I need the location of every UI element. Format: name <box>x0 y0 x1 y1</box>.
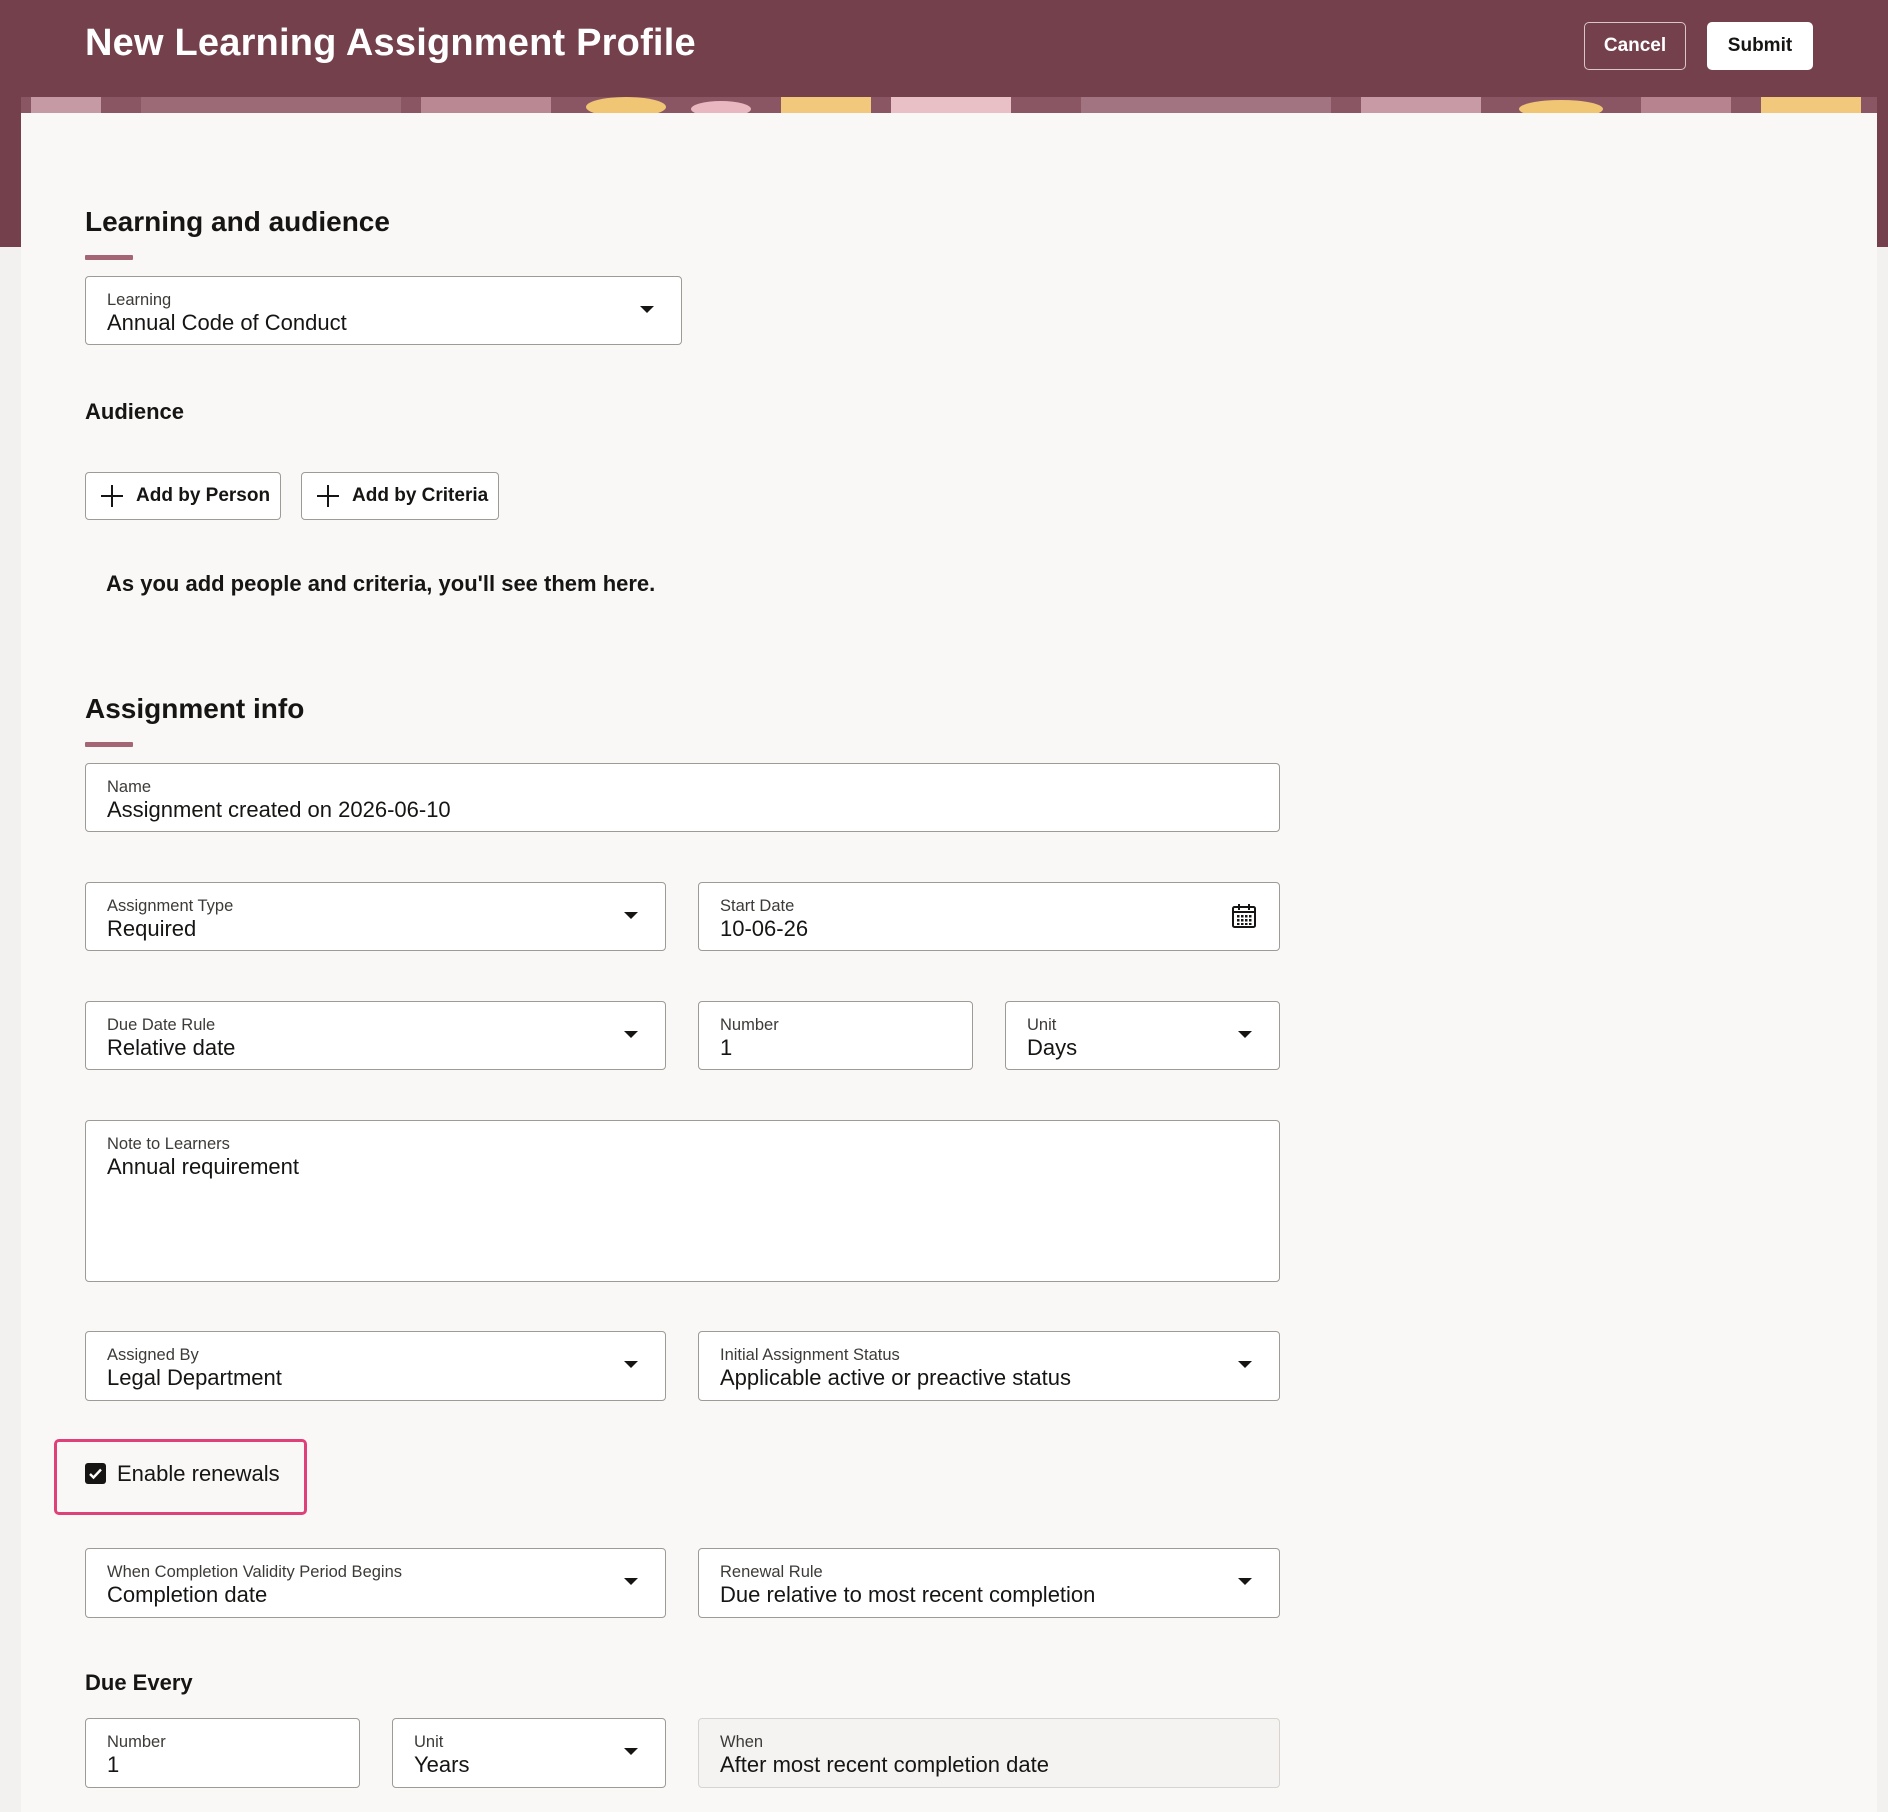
chevron-down-icon <box>1238 1031 1252 1038</box>
number-input[interactable]: Number 1 <box>698 1001 973 1070</box>
audience-title: Audience <box>85 399 185 424</box>
due-every-unit-select[interactable]: Unit Years <box>392 1718 666 1788</box>
name-value: Assignment created on 2026-06-10 <box>107 797 451 822</box>
learning-value: Annual Code of Conduct <box>107 310 347 335</box>
due-date-rule-select[interactable]: Due Date Rule Relative date <box>85 1001 666 1070</box>
unit-value: Days <box>1027 1035 1078 1060</box>
due-every-when-field: When After most recent completion date <box>698 1718 1280 1788</box>
name-input[interactable]: Name Assignment created on 2026-06-10 <box>85 763 1280 832</box>
learning-label: Learning <box>107 291 172 309</box>
assignment-type-label: Assignment Type <box>107 897 234 915</box>
chevron-down-icon <box>1238 1361 1252 1368</box>
enable-renewals-label[interactable]: Enable renewals <box>117 1461 280 1487</box>
unit-select[interactable]: Unit Days <box>1005 1001 1280 1070</box>
learning-select[interactable]: Learning Annual Code of Conduct <box>85 276 682 345</box>
due-every-unit-value: Years <box>414 1752 470 1777</box>
plus-icon <box>101 485 123 507</box>
due-every-number-input[interactable]: Number 1 <box>85 1718 360 1788</box>
chevron-down-icon <box>624 1578 638 1585</box>
chevron-down-icon <box>624 912 638 919</box>
submit-button[interactable]: Submit <box>1707 22 1813 70</box>
number-value: 1 <box>720 1035 733 1060</box>
check-icon <box>89 1468 102 1480</box>
assignment-section-accent <box>85 742 133 747</box>
due-every-number-value: 1 <box>107 1752 120 1777</box>
cancel-button[interactable]: Cancel <box>1584 22 1686 70</box>
assigned-by-label: Assigned By <box>107 1346 199 1364</box>
due-every-when-value: After most recent completion date <box>720 1752 1049 1777</box>
assignment-section-title: Assignment info <box>85 693 305 724</box>
validity-begins-value: Completion date <box>107 1582 268 1607</box>
page-title: New Learning Assignment Profile <box>85 22 696 64</box>
initial-status-select[interactable]: Initial Assignment Status Applicable act… <box>698 1331 1280 1401</box>
learning-section-accent <box>85 255 133 260</box>
add-by-person-button[interactable]: Add by Person <box>85 472 281 520</box>
start-date-value: 10-06-26 <box>720 916 809 941</box>
due-date-rule-value: Relative date <box>107 1035 236 1060</box>
note-value: Annual requirement <box>107 1154 300 1179</box>
audience-empty-message: As you add people and criteria, you'll s… <box>106 571 656 596</box>
validity-begins-select[interactable]: When Completion Validity Period Begins C… <box>85 1548 666 1618</box>
initial-status-value: Applicable active or preactive status <box>720 1365 1071 1390</box>
add-by-criteria-button[interactable]: Add by Criteria <box>301 472 499 520</box>
renewal-rule-select[interactable]: Renewal Rule Due relative to most recent… <box>698 1548 1280 1618</box>
assignment-type-value: Required <box>107 916 197 941</box>
chevron-down-icon <box>1238 1578 1252 1585</box>
due-every-unit-label: Unit <box>414 1733 444 1751</box>
validity-begins-label: When Completion Validity Period Begins <box>107 1563 403 1581</box>
due-every-when-label: When <box>720 1733 764 1751</box>
number-label: Number <box>720 1016 779 1034</box>
calendar-icon[interactable] <box>1231 903 1257 929</box>
assignment-type-select[interactable]: Assignment Type Required <box>85 882 666 951</box>
chevron-down-icon <box>624 1748 638 1755</box>
name-label: Name <box>107 778 152 796</box>
note-label: Note to Learners <box>107 1135 230 1153</box>
add-by-criteria-label: Add by Criteria <box>352 485 489 506</box>
assigned-by-value: Legal Department <box>107 1365 282 1390</box>
chevron-down-icon <box>640 306 654 313</box>
note-to-learners-textarea[interactable]: Note to Learners Annual requirement <box>85 1120 1280 1282</box>
due-every-number-label: Number <box>107 1733 166 1751</box>
plus-icon <box>317 485 339 507</box>
unit-label: Unit <box>1027 1016 1057 1034</box>
renewal-rule-value: Due relative to most recent completion <box>720 1582 1096 1607</box>
start-date-input[interactable]: Start Date 10-06-26 <box>698 882 1280 951</box>
assigned-by-select[interactable]: Assigned By Legal Department <box>85 1331 666 1401</box>
chevron-down-icon <box>624 1031 638 1038</box>
add-by-person-label: Add by Person <box>136 485 271 506</box>
enable-renewals-checkbox[interactable] <box>85 1463 106 1484</box>
renewal-rule-label: Renewal Rule <box>720 1563 823 1581</box>
due-date-rule-label: Due Date Rule <box>107 1016 216 1034</box>
chevron-down-icon <box>624 1361 638 1368</box>
due-every-title: Due Every <box>85 1670 193 1695</box>
start-date-label: Start Date <box>720 897 795 915</box>
initial-status-label: Initial Assignment Status <box>720 1346 900 1364</box>
header-pattern <box>21 97 1877 113</box>
learning-section-title: Learning and audience <box>85 206 390 237</box>
